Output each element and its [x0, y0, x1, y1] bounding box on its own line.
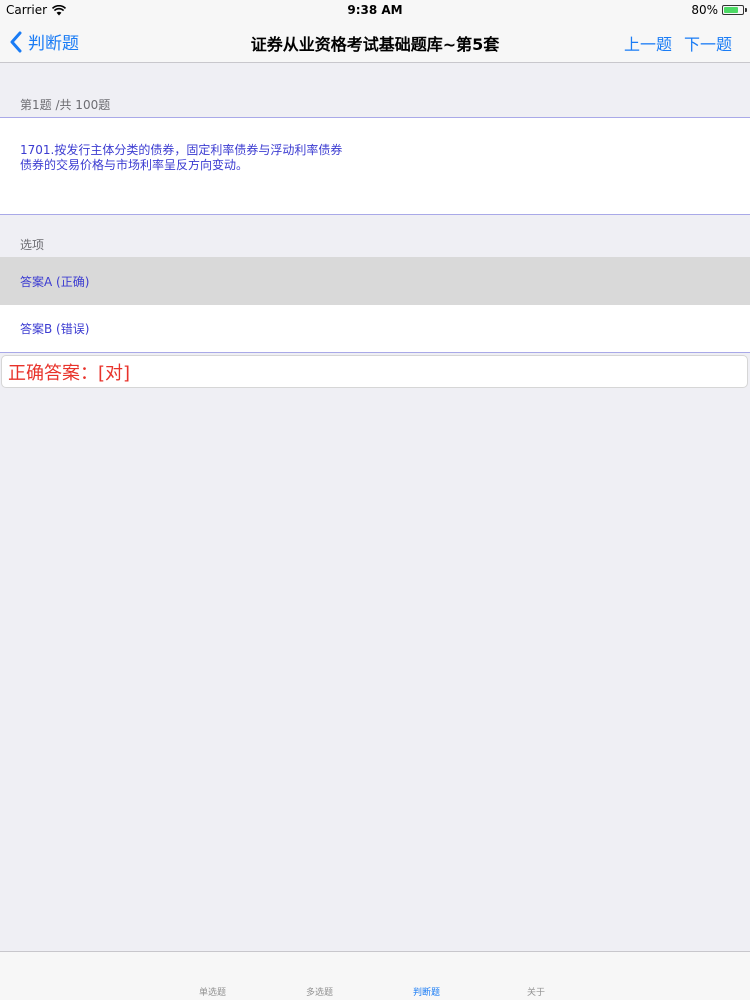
tab-multiple-choice[interactable]: 多选题 — [306, 985, 333, 998]
options-header: 选项 — [20, 238, 45, 252]
status-right: 80% — [691, 3, 747, 17]
correct-answer-text: 正确答案：[对] — [8, 362, 131, 384]
correct-answer-box: 正确答案：[对] — [1, 355, 748, 388]
previous-question-button[interactable]: 上一题 — [624, 31, 672, 55]
question-text-line-2: 债券的交易价格与市场利率呈反方向变动。 — [20, 158, 249, 172]
nav-actions: 上一题 下一题 — [624, 31, 732, 55]
next-question-button[interactable]: 下一题 — [684, 31, 732, 55]
tab-single-choice[interactable]: 单选题 — [199, 985, 226, 998]
battery-percent: 80% — [691, 3, 718, 17]
tab-true-false[interactable]: 判断题 — [413, 985, 440, 998]
tab-bar: 单选题 多选题 判断题 关于 — [0, 951, 750, 1000]
question-text-cell: 1701.按发行主体分类的债券，固定利率债券与浮动利率债券 债券的交易价格与市场… — [0, 117, 750, 215]
battery-tip — [745, 8, 747, 12]
question-text-line-1: 1701.按发行主体分类的债券，固定利率债券与浮动利率债券 — [20, 143, 343, 157]
battery-icon — [722, 5, 747, 15]
tab-about[interactable]: 关于 — [527, 985, 545, 998]
option-a-label: 答案A (正确) — [20, 274, 90, 289]
option-a-row[interactable]: 答案A (正确) — [0, 257, 750, 305]
navigation-bar: 判断题 证券从业资格考试基础题库~第5套 上一题 下一题 — [0, 20, 750, 63]
status-bar: Carrier 9:38 AM 80% — [0, 0, 750, 20]
option-b-label: 答案B (错误) — [20, 322, 90, 336]
battery-fill — [724, 7, 738, 13]
option-b-row[interactable]: 答案B (错误) — [0, 305, 750, 353]
status-time: 9:38 AM — [347, 3, 403, 17]
question-counter: 第1题 /共 100题 — [20, 98, 111, 112]
